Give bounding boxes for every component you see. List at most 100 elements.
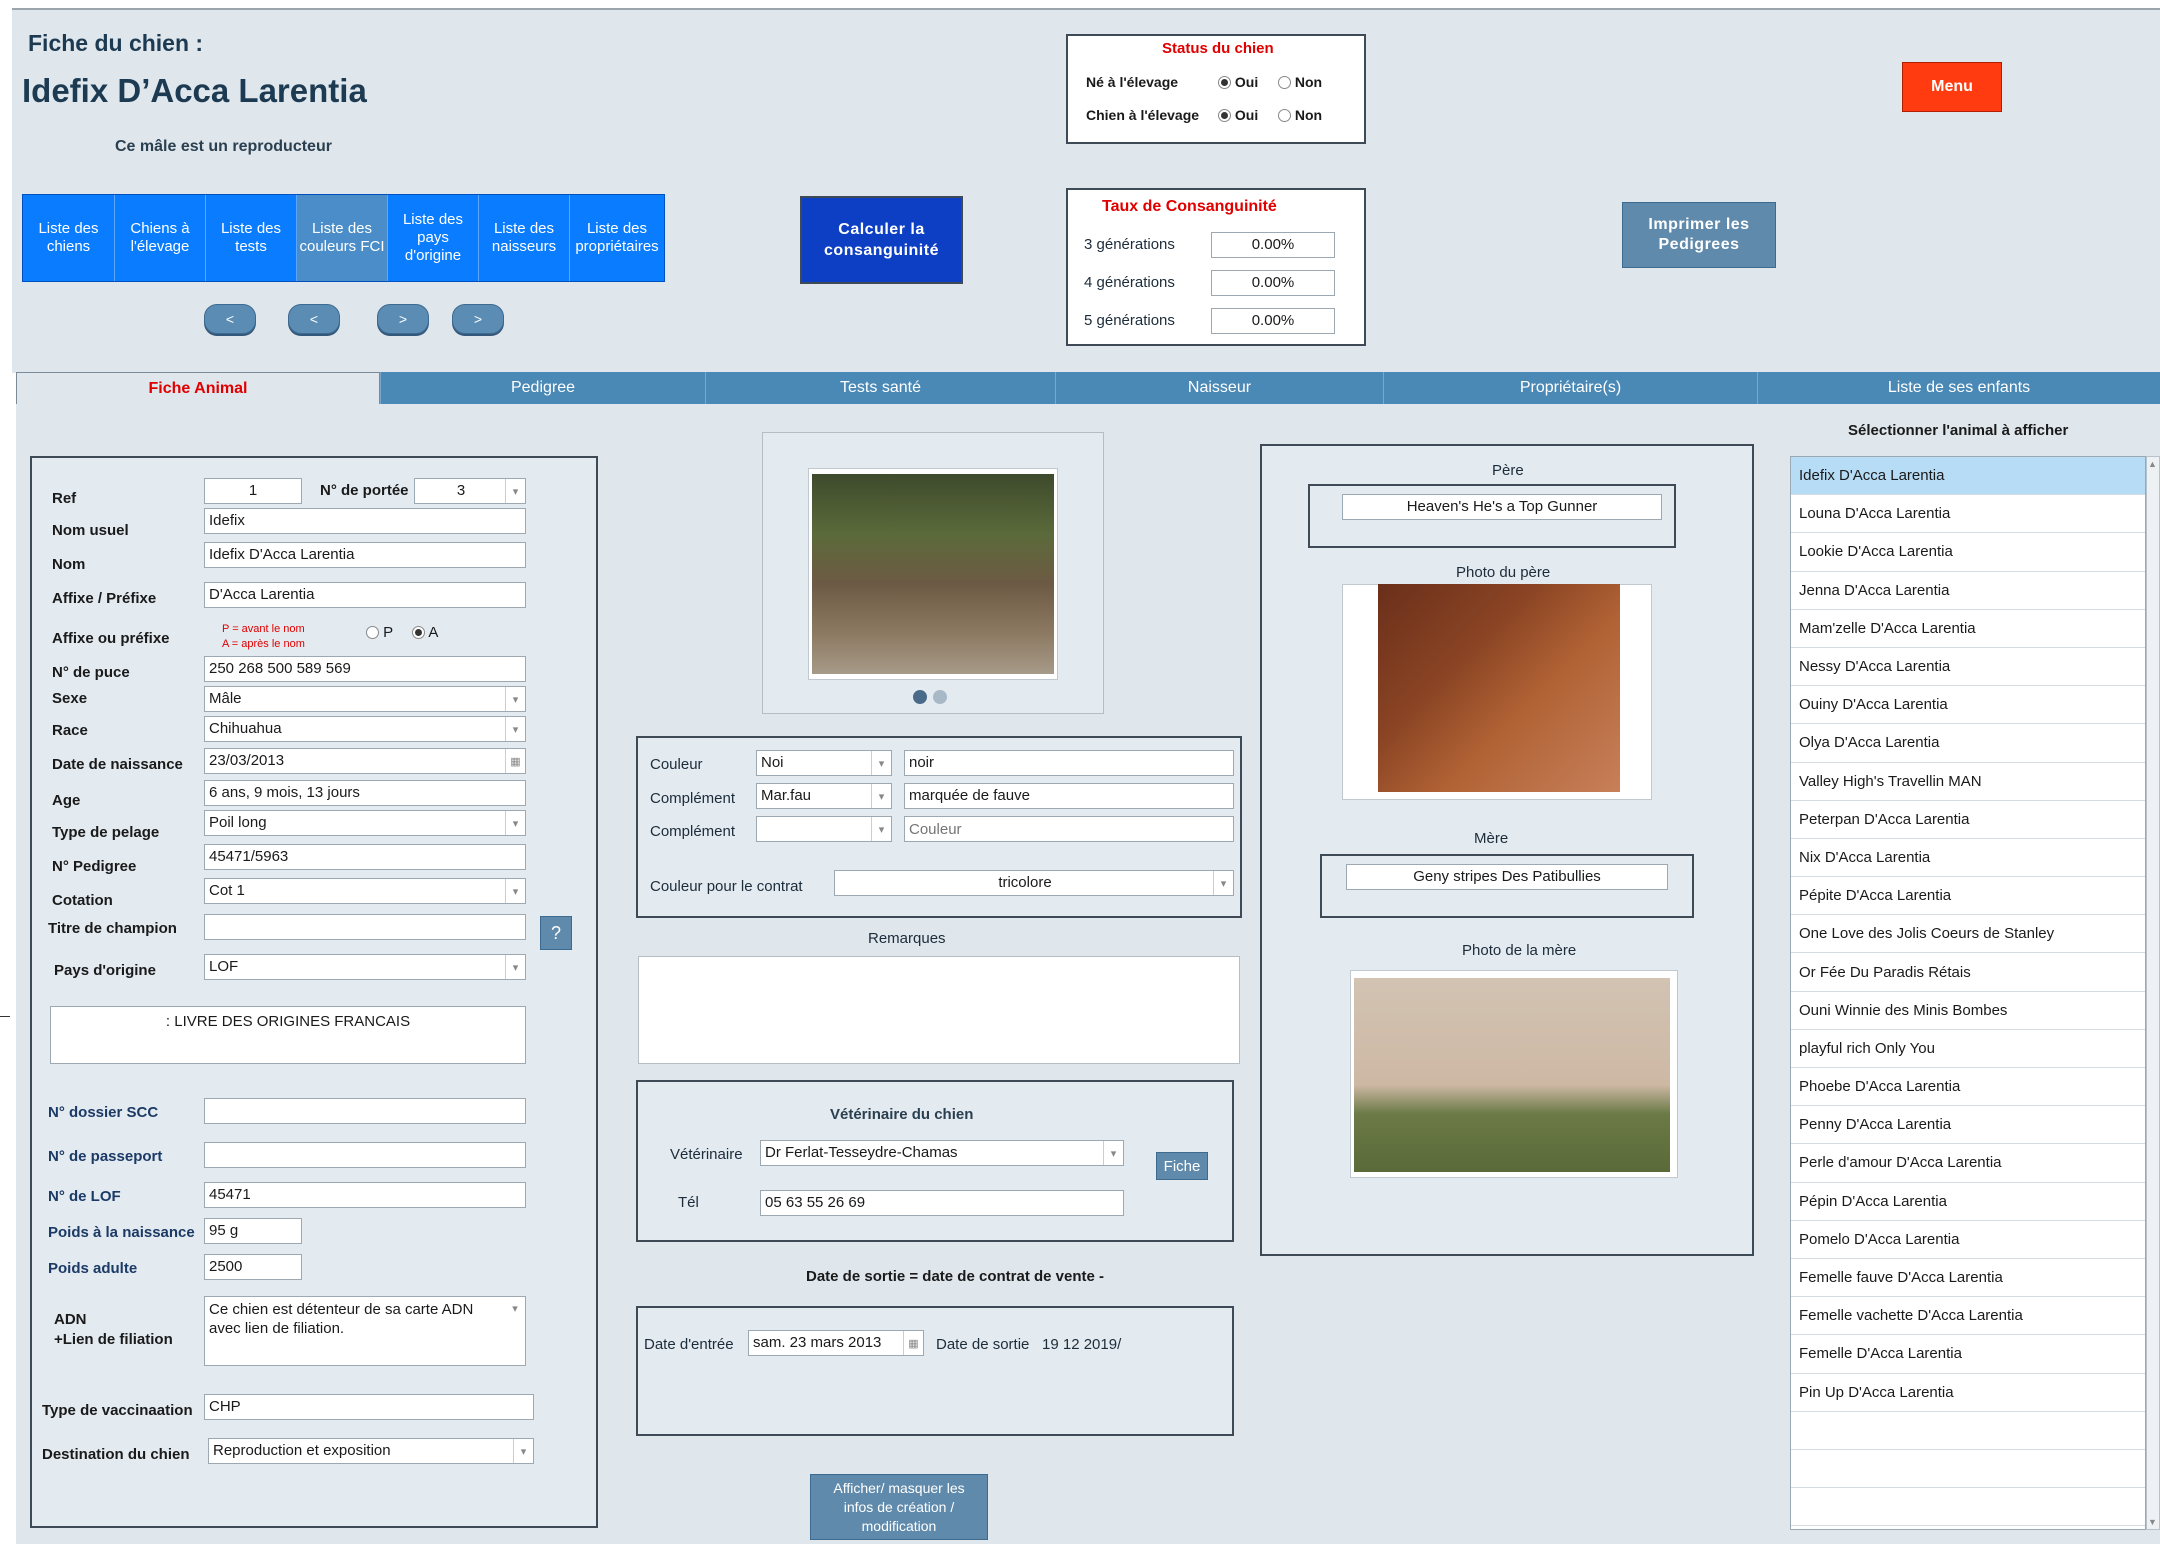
nom-field[interactable]: Idefix D'Acca Larentia	[204, 542, 526, 568]
sexe-label: Sexe	[52, 690, 88, 707]
list-item[interactable]: Pépin D'Acca Larentia	[1791, 1183, 2145, 1221]
nom-usuel-field[interactable]: Idefix	[204, 508, 526, 534]
help-button[interactable]: ?	[540, 916, 572, 950]
nav-couleurs-fci[interactable]: Liste des couleurs FCI	[297, 195, 388, 281]
tab-fiche-animal[interactable]: Fiche Animal	[16, 372, 380, 404]
children-list-scrollbar[interactable]: ▲ ▼	[2146, 456, 2160, 1530]
puce-field[interactable]: 250 268 500 589 569	[204, 656, 526, 682]
tel-field[interactable]: 05 63 55 26 69	[760, 1190, 1124, 1216]
chien-non-radio[interactable]: Non	[1278, 107, 1322, 123]
list-item[interactable]: Lookie D'Acca Larentia	[1791, 533, 2145, 572]
scc-field[interactable]	[204, 1098, 526, 1124]
menu-button[interactable]: Menu	[1902, 62, 2002, 112]
cotation-select[interactable]: Cot 1 ▾	[204, 878, 526, 904]
pere-field[interactable]: Heaven's He's a Top Gunner	[1342, 494, 1662, 520]
list-item[interactable]: One Love des Jolis Coeurs de Stanley	[1791, 915, 2145, 954]
contrat-select[interactable]: tricolore ▾	[834, 870, 1234, 896]
list-item[interactable]: Femelle vachette D'Acca Larentia	[1791, 1297, 2145, 1336]
remarques-textarea[interactable]	[638, 956, 1240, 1064]
affixe-field[interactable]: D'Acca Larentia	[204, 582, 526, 608]
ref-field[interactable]: 1	[204, 478, 302, 504]
list-item[interactable]: Phoebe D'Acca Larentia	[1791, 1068, 2145, 1107]
carousel-dot-active[interactable]	[913, 690, 927, 704]
previous-record-button[interactable]: <	[288, 304, 340, 334]
nav-proprietaires[interactable]: Liste des propriétaires	[570, 195, 664, 281]
nav-chiens-elevage[interactable]: Chiens à l'élevage	[115, 195, 206, 281]
sexe-select[interactable]: Mâle ▾	[204, 686, 526, 712]
pelage-select[interactable]: Poil long ▾	[204, 810, 526, 836]
list-item[interactable]	[1791, 1450, 2145, 1489]
list-item[interactable]	[1791, 1488, 2145, 1527]
mere-field[interactable]: Geny stripes Des Patibullies	[1346, 864, 1668, 890]
tab-liste-enfants[interactable]: Liste de ses enfants	[1757, 372, 2160, 404]
prefix-p-radio[interactable]: P	[366, 624, 393, 641]
list-item[interactable]: Ouiny D'Acca Larentia	[1791, 686, 2145, 725]
passeport-field[interactable]	[204, 1142, 526, 1168]
chien-oui-radio[interactable]: Oui	[1218, 107, 1258, 123]
list-item[interactable]: Jenna D'Acca Larentia	[1791, 572, 2145, 610]
nav-pays-origine[interactable]: Liste des pays d'origine	[388, 195, 479, 281]
list-item[interactable]: Valley High's Travellin MAN	[1791, 763, 2145, 801]
ne-non-radio[interactable]: Non	[1278, 74, 1322, 90]
list-item[interactable]: Mam'zelle D'Acca Larentia	[1791, 610, 2145, 648]
list-item[interactable]: Femelle fauve D'Acca Larentia	[1791, 1259, 2145, 1298]
prefix-a-radio[interactable]: A	[412, 624, 438, 641]
tab-proprietaires[interactable]: Propriétaire(s)	[1383, 372, 1757, 404]
next-record-button[interactable]: >	[377, 304, 429, 334]
list-item[interactable]: Nessy D'Acca Larentia	[1791, 648, 2145, 687]
tab-pedigree[interactable]: Pedigree	[380, 372, 705, 404]
list-item[interactable]: Perle d'amour D'Acca Larentia	[1791, 1144, 2145, 1183]
complement-field[interactable]: marquée de fauve	[904, 783, 1234, 809]
destination-select[interactable]: Reproduction et exposition ▾	[208, 1438, 534, 1464]
complement2-code-select[interactable]: ▾	[756, 816, 892, 842]
couleur-code-select[interactable]: Noi ▾	[756, 750, 892, 776]
poids-adulte-field[interactable]: 2500	[204, 1254, 302, 1280]
veterinaire-select[interactable]: Dr Ferlat-Tesseydre-Chamas ▾	[760, 1140, 1124, 1166]
nav-liste-tests[interactable]: Liste des tests	[206, 195, 297, 281]
titre-field[interactable]	[204, 914, 526, 940]
list-item[interactable]: Idefix D'Acca Larentia	[1791, 457, 2145, 496]
list-item[interactable]: Penny D'Acca Larentia	[1791, 1106, 2145, 1145]
list-item[interactable]: Louna D'Acca Larentia	[1791, 495, 2145, 534]
list-item[interactable]: Olya D'Acca Larentia	[1791, 724, 2145, 763]
ne-oui-radio[interactable]: Oui	[1218, 74, 1258, 90]
calendar-icon[interactable]: ▦	[505, 749, 525, 773]
nav-naisseurs[interactable]: Liste des naisseurs	[479, 195, 570, 281]
poids-naissance-field[interactable]: 95 g	[204, 1218, 302, 1244]
calendar-icon[interactable]: ▦	[903, 1331, 923, 1355]
list-item[interactable]	[1791, 1412, 2145, 1450]
complement-code-select[interactable]: Mar.fau ▾	[756, 783, 892, 809]
pays-select[interactable]: LOF ▾	[204, 954, 526, 980]
pedigree-field[interactable]: 45471/5963	[204, 844, 526, 870]
vaccination-field[interactable]: CHP	[204, 1394, 534, 1420]
tab-naisseur[interactable]: Naisseur	[1055, 372, 1383, 404]
list-item[interactable]: Pomelo D'Acca Larentia	[1791, 1221, 2145, 1259]
scroll-down-icon[interactable]: ▼	[2148, 1517, 2157, 1527]
tab-tests-sante[interactable]: Tests santé	[705, 372, 1055, 404]
fiche-veterinaire-button[interactable]: Fiche	[1156, 1152, 1208, 1180]
adn-textarea[interactable]: Ce chien est détenteur de sa carte ADN a…	[204, 1296, 526, 1366]
couleur-field[interactable]: noir	[904, 750, 1234, 776]
list-item[interactable]: playful rich Only You	[1791, 1030, 2145, 1068]
last-record-button[interactable]: >	[452, 304, 504, 334]
first-record-button[interactable]: <	[204, 304, 256, 334]
list-item[interactable]: Peterpan D'Acca Larentia	[1791, 801, 2145, 839]
list-item[interactable]: Pépite D'Acca Larentia	[1791, 877, 2145, 916]
carousel-dot[interactable]	[933, 690, 947, 704]
list-item[interactable]: Nix D'Acca Larentia	[1791, 839, 2145, 878]
naissance-date-field[interactable]: 23/03/2013 ▦	[204, 748, 526, 774]
toggle-info-button[interactable]: Afficher/ masquer les infos de création …	[810, 1474, 988, 1540]
calculer-consanguinite-button[interactable]: Calculer la consanguinité	[800, 196, 963, 284]
race-select[interactable]: Chihuahua ▾	[204, 716, 526, 742]
list-item[interactable]: Ouni Winnie des Minis Bombes	[1791, 992, 2145, 1030]
list-item[interactable]: Pin Up D'Acca Larentia	[1791, 1374, 2145, 1412]
imprimer-pedigrees-button[interactable]: Imprimer les Pedigrees	[1622, 202, 1776, 268]
scroll-up-icon[interactable]: ▲	[2148, 459, 2157, 469]
nav-liste-chiens[interactable]: Liste des chiens	[23, 195, 115, 281]
lof-field[interactable]: 45471	[204, 1182, 526, 1208]
date-entree-field[interactable]: sam. 23 mars 2013 ▦	[748, 1330, 924, 1356]
complement2-field[interactable]	[904, 816, 1234, 842]
portee-select[interactable]: 3 ▾	[414, 478, 526, 504]
list-item[interactable]: Femelle D'Acca Larentia	[1791, 1335, 2145, 1374]
list-item[interactable]: Or Fée Du Paradis Rétais	[1791, 953, 2145, 992]
